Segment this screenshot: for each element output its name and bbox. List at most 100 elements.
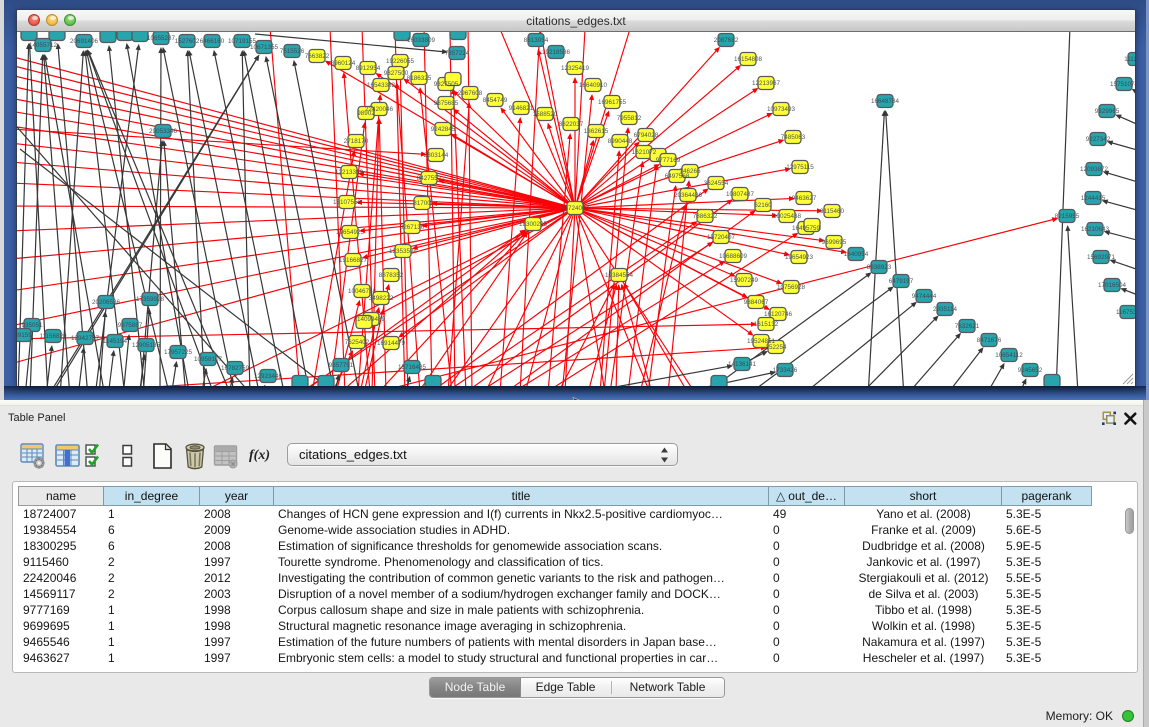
column-header-out_de[interactable]: △out_de…: [768, 486, 844, 506]
cell-in_degree: 1: [108, 603, 196, 619]
svg-text:12905135: 12905135: [132, 342, 161, 349]
svg-text:12942737: 12942737: [71, 335, 100, 342]
tab-node-table[interactable]: Node Table: [430, 678, 520, 697]
new-file-icon[interactable]: [150, 442, 176, 470]
svg-text:1527602: 1527602: [175, 38, 200, 45]
svg-text:62160: 62160: [754, 202, 772, 209]
network-view-window: citations_edges.txt 14055712206914061065…: [16, 9, 1136, 386]
close-panel-icon[interactable]: [1124, 412, 1137, 425]
svg-text:9146821: 9146821: [509, 105, 534, 112]
svg-text:15716485: 15716485: [398, 364, 427, 371]
svg-text:1112093: 1112093: [1124, 56, 1135, 63]
svg-text:16914479: 16914479: [377, 340, 406, 347]
svg-text:1244415: 1244415: [1081, 195, 1106, 202]
table-row[interactable]: 977716911998Corpus callosum shape and si…: [13, 603, 1137, 619]
svg-text:8427552: 8427552: [417, 175, 442, 182]
svg-text:12325419: 12325419: [561, 65, 590, 72]
svg-text:8267130: 8267130: [400, 224, 425, 231]
row-select-icon[interactable]: [84, 442, 110, 470]
svg-text:7632621: 7632621: [955, 323, 980, 330]
column-header-year[interactable]: year: [199, 486, 273, 506]
cell-title: Tourette syndrome. Phenomenology and cla…: [278, 555, 765, 571]
cell-name: 19384554: [23, 523, 100, 539]
cell-out_de: 0: [773, 603, 841, 619]
table-mode-icon[interactable]: [20, 442, 46, 470]
svg-text:9875685: 9875685: [434, 100, 459, 107]
table-row[interactable]: 1938455462009Genome-wide association stu…: [13, 523, 1137, 539]
network-canvas[interactable]: 1405571220691406106552871527602646616010…: [17, 32, 1135, 386]
float-window-icon[interactable]: [1102, 411, 1116, 425]
svg-text:7663822: 7663822: [305, 53, 330, 60]
svg-text:7955812: 7955812: [617, 115, 642, 122]
table-row[interactable]: 1456911722003Disruption of a novel membe…: [13, 587, 1137, 603]
panel-title: Table Panel: [8, 412, 66, 424]
cell-year: 1998: [204, 603, 270, 619]
svg-text:10756928: 10756928: [777, 284, 806, 291]
left-edge-strip: [0, 0, 4, 405]
table-row[interactable]: 946362711997Embryonic stem cells: a mode…: [13, 651, 1137, 667]
svg-text:7485063: 7485063: [781, 134, 806, 141]
function-builder-icon[interactable]: f(x): [249, 442, 275, 470]
svg-text:14055712: 14055712: [29, 42, 58, 49]
svg-text:7357224: 7357224: [445, 50, 470, 57]
svg-text:81700: 81700: [413, 200, 431, 207]
svg-text:8471676: 8471676: [977, 337, 1002, 344]
table-row[interactable]: 1830029562008Estimation of significance …: [13, 539, 1137, 555]
svg-text:1615132: 1615132: [754, 321, 779, 328]
svg-text:9777169: 9777169: [656, 157, 681, 164]
tab-network-table[interactable]: Network Table: [611, 678, 724, 697]
cell-year: 2008: [204, 507, 270, 523]
cell-out_de: 0: [773, 635, 841, 651]
column-header-name[interactable]: name: [18, 486, 103, 506]
svg-text:20691406: 20691406: [70, 38, 99, 45]
window-titlebar[interactable]: citations_edges.txt: [17, 10, 1135, 32]
delete-trash-icon[interactable]: [182, 442, 208, 470]
svg-text:16033809: 16033809: [407, 37, 436, 44]
column-header-in_degree[interactable]: in_degree: [103, 486, 199, 506]
column-header-pagerank[interactable]: pagerank: [1001, 486, 1092, 506]
scrollbar-thumb[interactable]: [1125, 508, 1134, 534]
svg-text:1145194: 1145194: [103, 338, 128, 345]
cell-out_de: 49: [773, 507, 841, 523]
tab-edge-table[interactable]: Edge Table: [520, 678, 611, 697]
node-table: namein_degreeyeartitle△out_de…shortpager…: [12, 481, 1138, 673]
svg-text:98902: 98902: [357, 110, 375, 117]
row-pair-icon[interactable]: [115, 442, 141, 470]
cell-title: Embryonic stem cells: a model to study s…: [278, 651, 765, 667]
svg-text:2935114: 2935114: [933, 306, 958, 313]
cell-year: 1997: [204, 635, 270, 651]
cell-title: Genome-wide association studies in ADHD.: [278, 523, 765, 539]
table-row[interactable]: 969969511998Structural magnetic resonanc…: [13, 619, 1137, 635]
cell-name: 9465546: [23, 635, 100, 651]
svg-text:19166827: 19166827: [339, 257, 368, 264]
svg-text:16154808: 16154808: [734, 56, 763, 63]
cell-short: Hescheler et al. (1997): [849, 651, 998, 667]
svg-text:12213369: 12213369: [335, 169, 364, 176]
cell-year: 2012: [204, 571, 270, 587]
svg-text:8990448: 8990448: [608, 138, 633, 145]
table-row[interactable]: 946554611997Estimation of the future num…: [13, 635, 1137, 651]
svg-text:9115460: 9115460: [820, 208, 845, 215]
svg-text:746266: 746266: [679, 168, 701, 175]
svg-text:9699695: 9699695: [822, 239, 847, 246]
table-source-dropdown[interactable]: citations_edges.txt: [287, 443, 678, 466]
cell-short: Jankovic et al. (1997): [849, 555, 998, 571]
svg-text:12353594: 12353594: [389, 248, 418, 255]
table-row[interactable]: 911546021997Tourette syndrome. Phenomeno…: [13, 555, 1137, 571]
table-scrollbar[interactable]: [1124, 506, 1135, 670]
cell-short: Yano et al. (2008): [849, 507, 998, 523]
svg-text:1362615: 1362615: [584, 128, 609, 135]
svg-text:3624554: 3624554: [704, 180, 729, 187]
svg-text:10807487: 10807487: [726, 191, 755, 198]
cell-pagerank: 5.3E-5: [1006, 619, 1089, 635]
column-header-title[interactable]: title: [273, 486, 768, 506]
svg-text:2803144: 2803144: [424, 152, 449, 159]
svg-text:2718170: 2718170: [344, 138, 369, 145]
table-row[interactable]: 1872400712008Changes of HCN gene express…: [13, 507, 1137, 523]
table-row[interactable]: 2242004622012Investigating the contribut…: [13, 571, 1137, 587]
cell-short: Tibbo et al. (1998): [849, 603, 998, 619]
column-header-short[interactable]: short: [844, 486, 1001, 506]
svg-text:9857791: 9857791: [329, 362, 354, 369]
show-columns-icon[interactable]: [55, 442, 81, 470]
resize-grip-icon[interactable]: [1120, 371, 1134, 385]
